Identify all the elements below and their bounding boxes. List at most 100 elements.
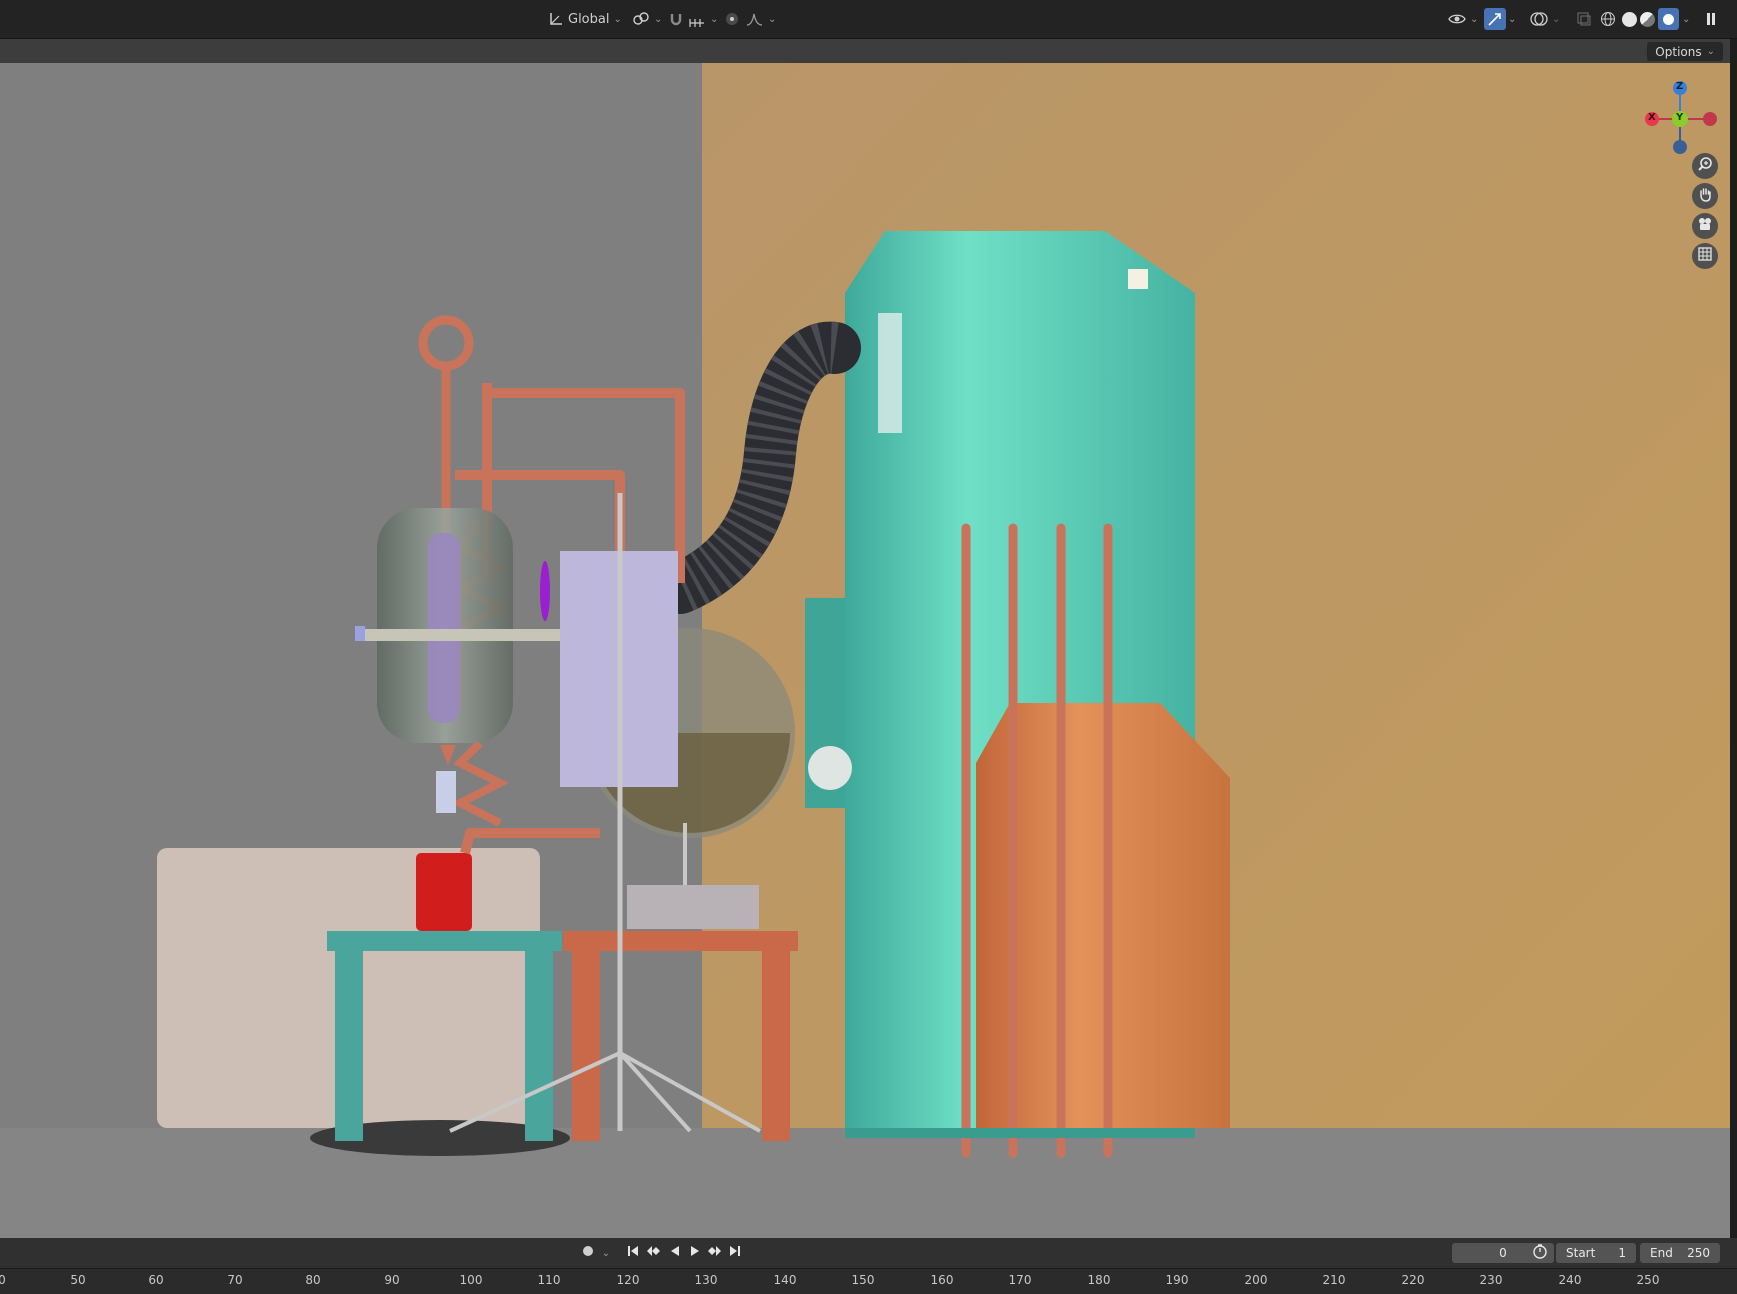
snap-toggle[interactable] <box>668 8 684 30</box>
proportional-editing-icon <box>724 11 740 27</box>
timeline-tick: 90 <box>384 1273 400 1287</box>
shading-material-button[interactable] <box>1640 8 1655 30</box>
floor <box>0 1128 1730 1238</box>
end-label: End <box>1650 1246 1673 1260</box>
chevron-down-icon: ⌄ <box>1706 46 1715 57</box>
region-divider[interactable] <box>1730 39 1737 1238</box>
timeline-tick: 140 <box>773 1273 797 1287</box>
start-frame-field[interactable]: Start 1 <box>1556 1243 1636 1263</box>
timeline-tick: 160 <box>930 1273 954 1287</box>
play-reverse-icon <box>669 1244 681 1262</box>
view-object-types-dropdown[interactable]: ⌄ <box>1448 8 1478 30</box>
timeline-tick: 190 <box>1165 1273 1189 1287</box>
end-value: 250 <box>1687 1246 1710 1260</box>
timeline-tick: 60 <box>148 1273 164 1287</box>
timeline-tick: 150 <box>851 1273 875 1287</box>
snap-magnet-icon <box>668 11 684 27</box>
use-preview-range-button[interactable] <box>1530 1244 1550 1262</box>
transform-orientation-icon <box>548 11 564 27</box>
transform-orientation-dropdown[interactable]: Global ⌄ <box>548 8 622 30</box>
play-reverse-button[interactable] <box>666 1244 684 1262</box>
pause-render-icon <box>1704 11 1718 27</box>
chevron-down-icon: ⌄ <box>1470 13 1479 25</box>
timeline-ruler[interactable]: 0 50 60 70 80 90 100 110 120 130 140 150… <box>0 1268 1737 1294</box>
jump-end-button[interactable] <box>726 1244 744 1262</box>
play-button[interactable] <box>686 1244 704 1262</box>
xray-icon <box>1576 11 1592 27</box>
pause-render-button[interactable] <box>1704 8 1718 30</box>
jump-start-button[interactable] <box>624 1244 642 1262</box>
shading-rendered-button[interactable] <box>1658 8 1679 30</box>
shading-solid-button[interactable] <box>1622 8 1637 30</box>
record-button[interactable] <box>578 1244 598 1262</box>
shading-rendered-icon <box>1661 11 1676 27</box>
end-frame-field[interactable]: End 250 <box>1640 1243 1720 1263</box>
shading-wireframe-icon <box>1600 11 1616 27</box>
falloff-curve-icon <box>746 11 764 27</box>
timeline-tick: 50 <box>70 1273 86 1287</box>
chevron-down-icon: ⌄ <box>654 13 663 25</box>
gizmo-z-label: Z <box>1676 81 1684 92</box>
xray-toggle[interactable] <box>1576 8 1592 30</box>
teal-table-top <box>327 931 562 951</box>
shading-wireframe-button[interactable] <box>1600 8 1616 30</box>
ortho-grid-icon <box>1697 246 1713 266</box>
pan-hand-icon <box>1697 186 1713 206</box>
navigation-gizmo[interactable]: Z X Y <box>1630 71 1730 161</box>
next-keyframe-icon <box>707 1244 723 1262</box>
prev-keyframe-icon <box>645 1244 661 1262</box>
gizmo-toggle[interactable] <box>1484 8 1506 30</box>
chevron-down-icon: ⌄ <box>613 13 622 25</box>
gizmo-x-label: X <box>1648 112 1656 123</box>
timeline-tick: 200 <box>1244 1273 1268 1287</box>
start-value: 1 <box>1618 1246 1626 1260</box>
next-keyframe-button[interactable] <box>706 1244 724 1262</box>
record-icon <box>582 1245 594 1261</box>
shading-solid-icon <box>1622 11 1637 27</box>
timeline-tick: 120 <box>616 1273 640 1287</box>
stopwatch-icon <box>1532 1243 1548 1263</box>
current-frame-value: 0 <box>1499 1246 1507 1260</box>
start-label: Start <box>1566 1246 1596 1260</box>
ortho-toggle-button[interactable] <box>1692 243 1718 269</box>
viewport-header: Global ⌄ ⌄ ⌄ ⌄ ⌄ ⌄ ⌄ ⌄ <box>0 0 1737 39</box>
gizmo-dropdown[interactable]: ⌄ <box>1508 8 1516 30</box>
chevron-down-icon: ⌄ <box>768 13 777 25</box>
falloff-dropdown[interactable]: ⌄ <box>746 8 776 30</box>
jump-to-start-icon <box>626 1244 640 1262</box>
timeline-tick: 250 <box>1636 1273 1660 1287</box>
jump-to-end-icon <box>728 1244 742 1262</box>
camera-view-icon <box>1697 216 1713 236</box>
options-label: Options <box>1655 44 1702 59</box>
3d-viewport[interactable]: Z X Y <box>0 63 1730 1238</box>
camera-view-button[interactable] <box>1692 213 1718 239</box>
pan-button[interactable] <box>1692 183 1718 209</box>
shading-material-icon <box>1640 11 1655 27</box>
shading-options-dropdown[interactable]: ⌄ <box>1682 8 1690 30</box>
keying-dropdown[interactable]: ⌄ <box>600 1244 612 1262</box>
viewport-tool-settings-bar: Options ⌄ <box>0 39 1737 63</box>
overlays-toggle[interactable]: ⌄ <box>1530 8 1560 30</box>
timeline-tick: 0 <box>0 1273 6 1287</box>
neg-x-axis-handle <box>1703 112 1717 126</box>
gizmo-toggle-icon <box>1487 11 1503 27</box>
timeline-tick: 230 <box>1479 1273 1503 1287</box>
timeline-tick: 180 <box>1087 1273 1111 1287</box>
prev-keyframe-button[interactable] <box>644 1244 662 1262</box>
proportional-editing-toggle[interactable] <box>724 8 740 30</box>
timeline-tick: 210 <box>1322 1273 1346 1287</box>
options-dropdown[interactable]: Options ⌄ <box>1647 42 1723 61</box>
timeline-tick: 170 <box>1008 1273 1032 1287</box>
red-jar <box>416 853 472 931</box>
snap-target-dropdown[interactable]: ⌄ <box>688 8 718 30</box>
pivot-point-dropdown[interactable]: ⌄ <box>632 8 662 30</box>
view-object-types-icon <box>1448 11 1466 27</box>
purple-drop <box>540 561 550 621</box>
rendered-scene <box>0 63 1730 1238</box>
play-icon <box>689 1244 701 1262</box>
neg-z-axis-handle <box>1673 140 1687 154</box>
zoom-button[interactable] <box>1692 153 1718 179</box>
chevron-down-icon: ⌄ <box>1552 13 1561 25</box>
snap-increment-icon <box>688 11 706 27</box>
overlays-icon <box>1530 11 1548 27</box>
